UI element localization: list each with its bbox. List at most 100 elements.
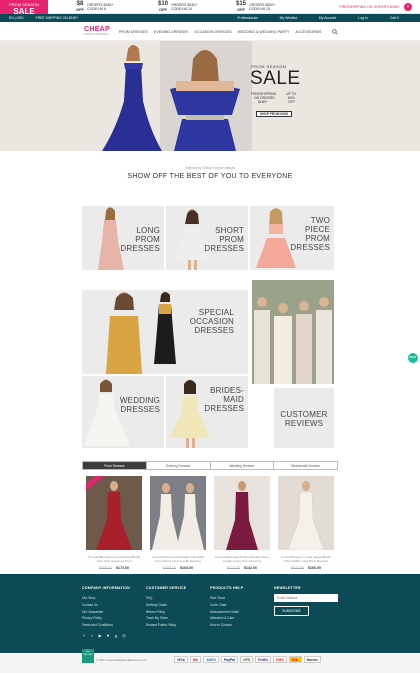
wishlist-link[interactable]: My Wishlist [280, 16, 297, 20]
product-card[interactable]: Trumpet/Mermaid V-neck Sweep/Brush Train… [86, 476, 142, 570]
product-card[interactable]: A-Line/Princess V-neck Sweep/Brush Train… [278, 476, 334, 570]
tile-label: BRIDES- MAID DRESSES [204, 386, 244, 413]
facebook-icon[interactable]: f [82, 633, 86, 638]
product-name[interactable]: Trumpet/Mermaid Off-the-Shoulder Floor-L… [214, 555, 270, 563]
nav-item-prom-dresses[interactable]: PROM DRESSES [119, 30, 148, 34]
product-price: $319.00 $166.00 [278, 566, 334, 570]
promo-offer-off: OFF [159, 6, 167, 12]
product-card[interactable]: A-Line/Princess Sweetheart Tulle Satin P… [150, 476, 206, 570]
footer-link-track[interactable]: Track My Order [146, 615, 186, 622]
tile-bridesmaid-gallery[interactable] [252, 280, 334, 384]
professionals-link[interactable]: Professionals [237, 16, 257, 20]
promo-offer-1[interactable]: $8 OFF ORDERS $180+ CODE:H8 8 [48, 0, 128, 14]
product-old-price: $317.00 [227, 566, 240, 571]
footer-link-reward[interactable]: Reward Points Policy [146, 622, 186, 629]
ems-icon: EMS [273, 656, 287, 663]
product-image[interactable] [150, 476, 206, 550]
shop-prom-now-button[interactable]: SHOP PROM NOW [256, 111, 292, 117]
promo-offer-amount: $10 [158, 0, 169, 7]
footer-link-terms[interactable]: Terms and Conditions [82, 622, 130, 629]
language-currency-selector[interactable]: EN | USD [9, 16, 24, 20]
promo-offer-3[interactable]: $15 OFF ORDERS $300+ CODE:H8 15 [208, 0, 288, 14]
footer-link-faq[interactable]: FAQ [146, 595, 186, 602]
footer-link-privacy[interactable]: Privacy Policy [82, 615, 130, 622]
footer-link-return[interactable]: Return Policy [146, 609, 186, 616]
nav-item-occasion-dresses[interactable]: OCCASION DRESSES [194, 30, 231, 34]
nav-item-wedding-party[interactable]: WEDDING & WEDDING PARTY [238, 30, 290, 34]
subscribe-button[interactable]: SUBSCRIBE [274, 606, 309, 616]
account-link[interactable]: My Account [319, 16, 337, 20]
nav-menu: PROM DRESSES EVENING DRESSES OCCASION DR… [119, 30, 321, 34]
tile-label: TWO PIECE PROM DRESSES [290, 216, 330, 252]
chat-button[interactable]: CHAT [408, 353, 418, 363]
tile-long-prom-dresses[interactable]: LONG PROM DRESSES [82, 206, 164, 270]
tab-bridesmaid-dresses[interactable]: Bridesmaid Dresses [274, 462, 337, 469]
product-image[interactable] [278, 476, 334, 550]
mastercard-icon: MC [189, 656, 202, 663]
promo-sale-badge[interactable]: PROM SEASON SALE [0, 0, 48, 15]
footer: COMPANY INFORMATION Our Story Contact Us… [0, 574, 420, 653]
promo-offer-2[interactable]: $10 OFF ORDERS $240+ CODE:H8 10 [128, 0, 208, 14]
product-name[interactable]: A-Line/Princess Sweetheart Tulle Satin P… [150, 555, 206, 563]
hero-banner[interactable] [0, 41, 420, 151]
search-icon[interactable] [332, 29, 338, 37]
footer-col-company: COMPANY INFORMATION Our Story Contact Us… [82, 586, 130, 629]
product-image[interactable] [86, 476, 142, 550]
tab-evening-dresses[interactable]: Evening Dresses [146, 462, 211, 469]
promo-offer-off: OFF [76, 6, 84, 12]
section-subtitle: Selected by Cheap Formal Dresses [184, 166, 236, 170]
hero-sale-title: SALE [250, 68, 301, 89]
footer-link-how-to-choose[interactable]: How to Choose [210, 622, 243, 629]
footer-heading: PRODUCTS HELP [210, 586, 244, 590]
footer-link-alteration[interactable]: Alteration & Care [210, 615, 243, 622]
close-icon[interactable]: × [404, 2, 412, 11]
tab-wedding-dresses[interactable]: Wedding Dresses [210, 462, 275, 469]
product-name[interactable]: Trumpet/Mermaid V-neck Sweep/Brush Train… [86, 555, 142, 563]
product-name[interactable]: A-Line/Princess V-neck Sweep/Brush Train… [278, 555, 334, 563]
tile-label: CUSTOMER REVIEWS [280, 410, 328, 428]
free-shipping-notice: FREE SHIPPING ON $180+ [35, 16, 79, 20]
promo-offer-line: ORDERS $240+ [171, 2, 198, 7]
footer-link-delivery[interactable]: Delivery Guide [146, 602, 186, 609]
product-dress-image [152, 483, 204, 550]
footer-link-measurement[interactable]: Measurement Guide [210, 609, 243, 616]
tile-two-piece-prom-dresses[interactable]: TWO PIECE PROM DRESSES [250, 206, 334, 270]
footer-link-size-chart[interactable]: Size Chart [210, 595, 243, 602]
ups-icon: UPS [240, 656, 254, 663]
product-new-price: $163.00 [180, 566, 193, 571]
logo-text: CHEAP [84, 26, 111, 33]
nav-item-accessories[interactable]: ACCESSORIES [295, 30, 321, 34]
footer-link-contact[interactable]: Contact Us [82, 602, 130, 609]
nav-item-evening-dresses[interactable]: EVENING DRESSES [154, 30, 188, 34]
newsletter-email-input[interactable] [274, 594, 338, 602]
promo-free-shipping-link[interactable]: FREESHIPPING ON ORDERS $180+ [339, 5, 400, 9]
twitter-icon[interactable]: t [90, 633, 94, 638]
top-bar: EN | USD FREE SHIPPING ON $180+ Professi… [0, 14, 420, 22]
pinterest-icon[interactable]: ♥ [106, 633, 110, 638]
product-new-price: $142.00 [244, 566, 257, 571]
footer-link-our-story[interactable]: Our Story [82, 595, 130, 602]
tab-prom-dresses[interactable]: Prom Dresses [83, 462, 147, 469]
google-plus-icon[interactable]: g [114, 633, 118, 638]
login-link[interactable]: Log In [358, 16, 367, 20]
product-price: $298.00 $163.00 [150, 566, 206, 570]
youtube-icon[interactable]: ▶ [98, 633, 102, 638]
tile-special-occasion-dresses[interactable]: SPECIAL OCCASION DRESSES [82, 290, 248, 374]
tile-label: SHORT PROM DRESSES [204, 226, 244, 253]
tile-short-prom-dresses[interactable]: SHORT PROM DRESSES [166, 206, 248, 270]
tile-customer-reviews[interactable]: CUSTOMER REVIEWS [274, 388, 334, 448]
product-tabs: Prom Dresses Evening Dresses Wedding Dre… [82, 461, 338, 470]
footer-link-guarantee[interactable]: Our Guarantee [82, 609, 130, 616]
footer-link-color-chart[interactable]: Color Chart [210, 602, 243, 609]
product-price: $317.00 $142.00 [214, 566, 270, 570]
tile-wedding-dresses[interactable]: WEDDING DRESSES [82, 376, 164, 448]
product-card[interactable]: Trumpet/Mermaid Off-the-Shoulder Floor-L… [214, 476, 270, 570]
footer-col-service: CUSTOMER SERVICE FAQ Delivery Guide Retu… [146, 586, 186, 629]
tile-bridesmaid-dresses[interactable]: BRIDES- MAID DRESSES [166, 376, 248, 448]
tile-model-image [106, 292, 176, 374]
instagram-icon[interactable]: ◎ [122, 633, 126, 638]
product-image[interactable] [214, 476, 270, 550]
site-logo[interactable]: CHEAP FORMAL DRESSES [84, 26, 118, 38]
cart-link[interactable]: Cart 0 [390, 16, 399, 20]
payment-methods: VISA MC AMEX PayPal UPS FedEx EMS DHL No… [174, 656, 321, 663]
